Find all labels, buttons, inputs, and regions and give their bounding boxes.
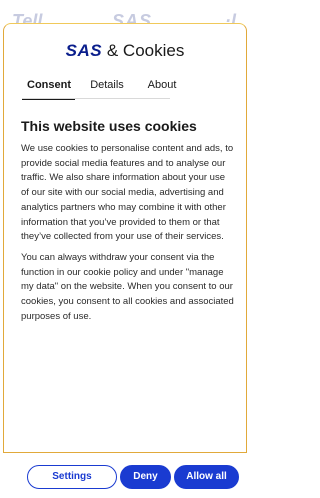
allow-all-button[interactable]: Allow all — [174, 465, 239, 489]
dialog-footer: Settings Deny Allow all — [0, 453, 250, 498]
cookie-consent-dialog: SAS & Cookies Consent Details About This… — [3, 23, 247, 453]
deny-button[interactable]: Deny — [120, 465, 171, 489]
settings-button[interactable]: Settings — [27, 465, 117, 489]
consent-paragraph-2: You can always withdraw your consent via… — [21, 252, 234, 322]
tab-bar: Consent Details About — [22, 78, 185, 100]
tab-consent[interactable]: Consent — [22, 78, 75, 100]
tab-divider — [22, 98, 170, 99]
dialog-title-suffix: & Cookies — [106, 41, 185, 60]
consent-heading: This website uses cookies — [21, 118, 197, 134]
consent-paragraph-1: We use cookies to personalise content an… — [21, 143, 234, 243]
tab-details[interactable]: Details — [83, 78, 131, 98]
tab-about[interactable]: About — [139, 78, 185, 98]
sas-logo: SAS — [65, 41, 103, 60]
dialog-header: SAS & Cookies — [4, 41, 246, 61]
